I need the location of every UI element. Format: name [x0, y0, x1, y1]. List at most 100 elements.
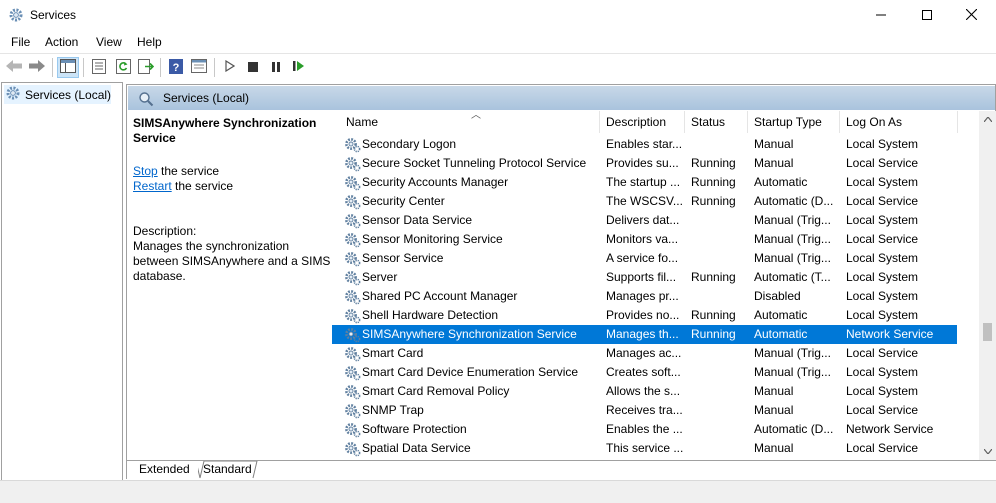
cell-description: This service ... — [606, 441, 684, 455]
restart-link-suffix: the service — [171, 179, 234, 193]
description-text: Manages the synchronization between SIMS… — [133, 239, 331, 283]
service-gear-icon — [344, 212, 361, 229]
cell-description: The WSCSV... — [606, 194, 683, 208]
table-row[interactable]: Shared PC Account Manager Manages pr... Di… — [332, 287, 957, 306]
scroll-up-arrow[interactable] — [979, 111, 996, 128]
stop-service-button[interactable] — [242, 57, 264, 78]
scroll-down-arrow[interactable] — [979, 443, 996, 460]
column-header-name[interactable]: ︿ Name — [332, 111, 600, 133]
pause-service-button[interactable] — [265, 57, 287, 78]
column-header-log-on-as[interactable]: Log On As — [840, 111, 958, 133]
table-row[interactable]: Software Protection Enables the ... Automa… — [332, 420, 957, 439]
cell-startup: Automatic — [754, 308, 808, 322]
vertical-scrollbar[interactable] — [979, 111, 996, 460]
tab-extended[interactable]: Extended — [131, 461, 198, 479]
cell-logon: Network Service — [846, 422, 934, 436]
table-row[interactable]: Security Center The WSCSV... Running Automa… — [332, 192, 957, 211]
cell-name: Sensor Monitoring Service — [362, 232, 503, 246]
table-row[interactable]: Spatial Data Service This service ... Manu… — [332, 439, 957, 458]
export-list-icon — [138, 58, 155, 77]
console-view-button[interactable] — [188, 57, 210, 78]
restart-service-button[interactable] — [288, 57, 310, 78]
table-row[interactable]: Smart Card Removal Policy Allows the s...… — [332, 382, 957, 401]
cell-name: Security Accounts Manager — [362, 175, 509, 189]
table-row[interactable]: Shell Hardware Detection Provides no... Ru… — [332, 306, 957, 325]
start-service-button[interactable] — [219, 57, 241, 78]
cell-startup: Manual — [754, 156, 794, 170]
cell-startup: Manual (Trig... — [754, 365, 831, 379]
table-row[interactable]: Security Accounts Manager The startup ...… — [332, 173, 957, 192]
cell-description: Creates soft... — [606, 365, 681, 379]
close-button[interactable] — [948, 0, 994, 31]
back-button[interactable] — [3, 57, 25, 78]
menu-view[interactable]: View — [96, 35, 122, 49]
table-row[interactable]: Secure Socket Tunneling Protocol Service… — [332, 154, 957, 173]
properties-button[interactable] — [88, 57, 110, 78]
minimize-button[interactable] — [858, 0, 904, 31]
refresh-button[interactable] — [112, 57, 134, 78]
menu-file[interactable]: File — [11, 35, 30, 49]
cell-startup: Disabled — [754, 289, 801, 303]
cell-logon: Local System — [846, 137, 919, 151]
back-arrow-icon — [5, 59, 23, 76]
table-row[interactable]: Secondary Logon Enables star... Manual Loca… — [332, 135, 957, 154]
show-hide-tree-button[interactable] — [57, 57, 79, 78]
column-header-startup-type[interactable]: Startup Type — [748, 111, 840, 133]
cell-name: Shared PC Account Manager — [362, 289, 518, 303]
window-title: Services — [30, 8, 77, 22]
svg-text:?: ? — [173, 62, 180, 74]
service-gear-icon — [344, 269, 361, 286]
maximize-button[interactable] — [904, 0, 950, 31]
table-row[interactable]: Smart Card Manages ac... Manual (Trig... Lo… — [332, 344, 957, 363]
cell-name: Shell Hardware Detection — [362, 308, 499, 322]
table-row[interactable]: SNMP Trap Receives tra... Manual Local Serv… — [332, 401, 957, 420]
table-row[interactable]: Sensor Service A service fo... Manual (Tri… — [332, 249, 957, 268]
services-list: ︿ Name Description Status Startup Type L… — [332, 111, 995, 460]
properties-icon — [92, 58, 106, 77]
cell-logon: Local System — [846, 270, 919, 284]
tab-standard[interactable]: Standard — [195, 461, 260, 479]
stop-service-link[interactable]: Stop — [133, 164, 158, 178]
table-row[interactable]: Server Supports fil... Running Automatic (T… — [332, 268, 957, 287]
help-button[interactable]: ? — [165, 57, 187, 78]
cell-startup: Automatic — [754, 327, 808, 341]
cell-description: The startup ... — [606, 175, 681, 189]
column-header-status[interactable]: Status — [685, 111, 748, 133]
services-pane: Services (Local) SIMSAnywhere Synchroniz… — [126, 84, 996, 461]
cell-status — [691, 344, 749, 363]
menu-action[interactable]: Action — [45, 35, 78, 49]
service-gear-icon — [344, 307, 361, 324]
service-gear-icon — [344, 193, 361, 210]
export-list-button[interactable] — [135, 57, 157, 78]
cell-startup: Manual (Trig... — [754, 346, 831, 360]
table-row-selected[interactable]: SIMSAnywhere Synchronization Service Mana… — [332, 325, 957, 344]
cell-startup: Automatic — [754, 175, 808, 189]
forward-button[interactable] — [26, 57, 48, 78]
menu-bar: File Action View Help — [0, 31, 996, 53]
cell-logon: Local Service — [846, 156, 919, 170]
menu-help[interactable]: Help — [137, 35, 162, 49]
cell-status — [691, 135, 749, 154]
service-gear-icon — [344, 288, 361, 305]
cell-description: Supports fil... — [606, 270, 677, 284]
column-header-description[interactable]: Description — [600, 111, 685, 133]
restart-service-link[interactable]: Restart — [133, 179, 172, 193]
cell-status — [691, 401, 749, 420]
column-headers: ︿ Name Description Status Startup Type L… — [332, 111, 982, 133]
cell-status — [691, 287, 749, 306]
cell-status — [691, 230, 749, 249]
cell-name: Secure Socket Tunneling Protocol Service — [362, 156, 587, 170]
cell-startup: Manual (Trig... — [754, 213, 831, 227]
selected-service-title: SIMSAnywhere Synchronization Service — [133, 116, 317, 145]
scroll-thumb[interactable] — [983, 323, 992, 341]
console-tree: Services (Local) — [1, 82, 123, 503]
cell-status: Running — [691, 156, 736, 170]
service-gear-icon — [344, 383, 361, 400]
tree-item-services-local[interactable]: Services (Local) — [4, 85, 111, 104]
table-row[interactable]: Smart Card Device Enumeration Service Cre… — [332, 363, 957, 382]
table-row[interactable]: Sensor Data Service Delivers dat... Manual… — [332, 211, 957, 230]
cell-status: Running — [691, 327, 736, 341]
cell-description: Provides su... — [606, 156, 679, 170]
cell-logon: Local Service — [846, 232, 919, 246]
table-row[interactable]: Sensor Monitoring Service Monitors va... M… — [332, 230, 957, 249]
